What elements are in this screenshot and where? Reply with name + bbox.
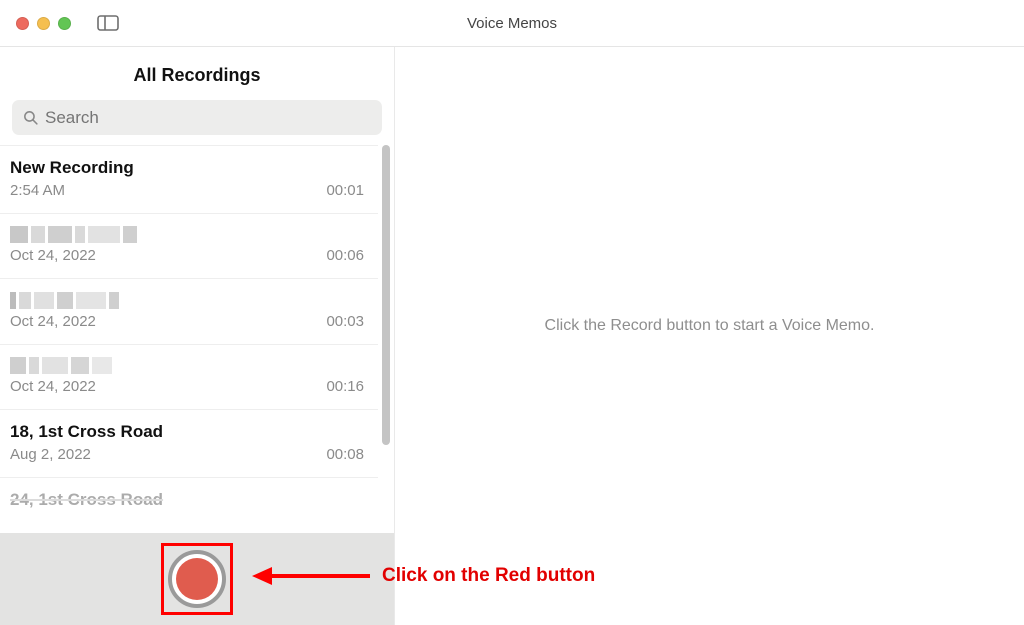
redacted-title xyxy=(10,292,122,309)
list-item[interactable]: Oct 24, 2022 00:06 xyxy=(0,214,378,279)
recording-date: 2:54 AM xyxy=(10,182,65,199)
list-item[interactable]: 18, 1st Cross Road Aug 2, 2022 00:08 xyxy=(0,410,378,478)
search-input[interactable] xyxy=(45,108,372,128)
recording-title: New Recording xyxy=(10,158,364,178)
search-field[interactable] xyxy=(12,100,382,135)
close-window-button[interactable] xyxy=(16,17,29,30)
list-item[interactable]: Oct 24, 2022 00:16 xyxy=(0,345,378,410)
list-item[interactable]: Oct 24, 2022 00:03 xyxy=(0,279,378,344)
recording-date: Aug 2, 2022 xyxy=(10,446,91,463)
redacted-title xyxy=(10,226,140,243)
window-title: Voice Memos xyxy=(467,15,557,32)
record-bar xyxy=(0,533,394,625)
empty-state-text: Click the Record button to start a Voice… xyxy=(545,317,875,335)
recording-date: Oct 24, 2022 xyxy=(10,313,96,330)
window-controls xyxy=(16,17,71,30)
annotation-highlight-box xyxy=(161,543,233,615)
recording-duration: 00:16 xyxy=(326,378,364,395)
sidebar-toggle-icon[interactable] xyxy=(97,15,119,31)
search-icon xyxy=(22,109,39,126)
titlebar: Voice Memos xyxy=(0,0,1024,47)
sidebar-heading: All Recordings xyxy=(0,47,394,100)
recording-duration: 00:03 xyxy=(326,313,364,330)
redacted-title xyxy=(10,357,115,374)
list-item[interactable]: New Recording 2:54 AM 00:01 xyxy=(0,145,378,214)
recording-duration: 00:08 xyxy=(326,446,364,463)
main-panel: Click the Record button to start a Voice… xyxy=(395,47,1024,625)
record-button[interactable] xyxy=(168,550,226,608)
record-icon xyxy=(176,558,218,600)
recording-title: 18, 1st Cross Road xyxy=(10,422,364,442)
recording-date: Oct 24, 2022 xyxy=(10,378,96,395)
zoom-window-button[interactable] xyxy=(58,17,71,30)
minimize-window-button[interactable] xyxy=(37,17,50,30)
recording-duration: 00:01 xyxy=(326,182,364,199)
scrollbar[interactable] xyxy=(382,145,390,445)
list-item[interactable]: 24, 1st Cross Road xyxy=(0,478,378,510)
recording-duration: 00:06 xyxy=(326,247,364,264)
recording-date: Oct 24, 2022 xyxy=(10,247,96,264)
sidebar: All Recordings New Recording 2:54 AM 00:… xyxy=(0,47,395,625)
recordings-list: New Recording 2:54 AM 00:01 Oct 24, 2022… xyxy=(0,145,394,533)
recording-title: 24, 1st Cross Road xyxy=(10,490,364,510)
